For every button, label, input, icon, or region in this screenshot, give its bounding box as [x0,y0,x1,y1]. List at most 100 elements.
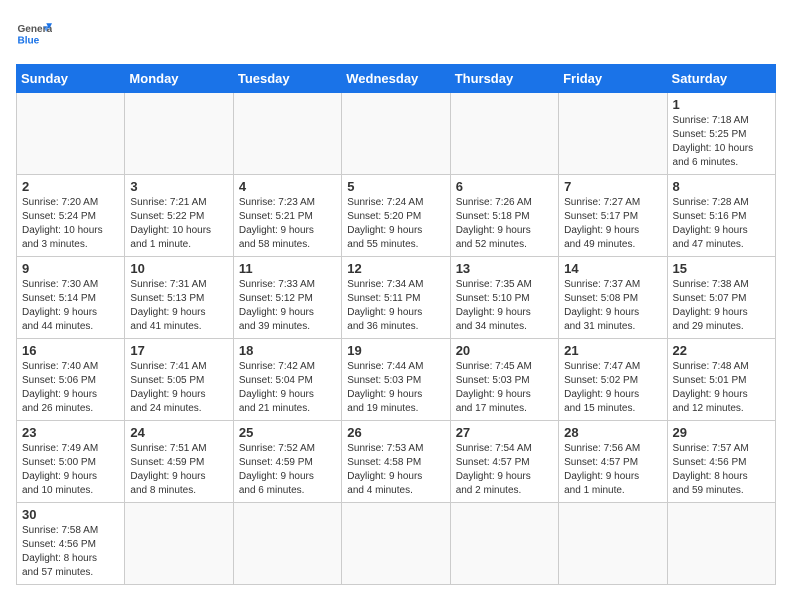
calendar-header-row: SundayMondayTuesdayWednesdayThursdayFrid… [17,65,776,93]
calendar-cell [450,93,558,175]
day-of-week-header: Thursday [450,65,558,93]
day-number: 7 [564,179,661,194]
day-number: 25 [239,425,336,440]
calendar-cell: 1 Sunrise: 7:18 AMSunset: 5:25 PMDaylight… [667,93,775,175]
day-number: 12 [347,261,444,276]
calendar-cell [559,503,667,585]
calendar-week-row: 23 Sunrise: 7:49 AMSunset: 5:00 PMDayligh… [17,421,776,503]
day-info: Sunrise: 7:42 AMSunset: 5:04 PMDaylight:… [239,360,336,416]
day-info: Sunrise: 7:26 AMSunset: 5:18 PMDaylight:… [456,196,553,252]
day-number: 29 [673,425,770,440]
day-number: 9 [22,261,119,276]
calendar-cell: 8 Sunrise: 7:28 AMSunset: 5:16 PMDaylight… [667,175,775,257]
calendar-cell: 19 Sunrise: 7:44 AMSunset: 5:03 PMDayligh… [342,339,450,421]
calendar-cell: 24Sunrise: 7:51 AMSunset: 4:59 PMDayligh… [125,421,233,503]
day-info: Sunrise: 7:30 AMSunset: 5:14 PMDaylight:… [22,278,119,334]
calendar-cell: 9 Sunrise: 7:30 AMSunset: 5:14 PMDaylight… [17,257,125,339]
day-info: Sunrise: 7:48 AMSunset: 5:01 PMDaylight:… [673,360,770,416]
logo: General Blue [16,16,52,52]
calendar-cell [233,93,341,175]
day-number: 10 [130,261,227,276]
day-info: Sunrise: 7:18 AMSunset: 5:25 PMDaylight:… [673,114,770,170]
calendar-cell: 16Sunrise: 7:40 AMSunset: 5:06 PMDayligh… [17,339,125,421]
day-number: 22 [673,343,770,358]
day-number: 27 [456,425,553,440]
day-info: Sunrise: 7:28 AMSunset: 5:16 PMDaylight:… [673,196,770,252]
calendar-cell [559,93,667,175]
calendar-cell: 30 Sunrise: 7:58 AMSunset: 4:56 PMDayligh… [17,503,125,585]
day-of-week-header: Wednesday [342,65,450,93]
calendar-cell: 6 Sunrise: 7:26 AMSunset: 5:18 PMDaylight… [450,175,558,257]
day-number: 2 [22,179,119,194]
day-of-week-header: Saturday [667,65,775,93]
day-info: Sunrise: 7:53 AMSunset: 4:58 PMDaylight:… [347,442,444,498]
day-number: 18 [239,343,336,358]
calendar-cell [450,503,558,585]
calendar-cell: 10 Sunrise: 7:31 AMSunset: 5:13 PMDayligh… [125,257,233,339]
day-info: Sunrise: 7:24 AMSunset: 5:20 PMDaylight:… [347,196,444,252]
calendar-cell: 17Sunrise: 7:41 AMSunset: 5:05 PMDayligh… [125,339,233,421]
calendar-cell [233,503,341,585]
calendar-cell: 23 Sunrise: 7:49 AMSunset: 5:00 PMDayligh… [17,421,125,503]
day-info: Sunrise: 7:31 AMSunset: 5:13 PMDaylight:… [130,278,227,334]
general-blue-icon: General Blue [16,16,52,52]
calendar-cell: 5Sunrise: 7:24 AMSunset: 5:20 PMDaylight… [342,175,450,257]
day-info: Sunrise: 7:51 AMSunset: 4:59 PMDaylight:… [130,442,227,498]
day-number: 17 [130,343,227,358]
day-info: Sunrise: 7:23 AMSunset: 5:21 PMDaylight:… [239,196,336,252]
calendar-week-row: 30 Sunrise: 7:58 AMSunset: 4:56 PMDayligh… [17,503,776,585]
day-number: 16 [22,343,119,358]
day-number: 3 [130,179,227,194]
calendar-week-row: 1 Sunrise: 7:18 AMSunset: 5:25 PMDaylight… [17,93,776,175]
day-number: 8 [673,179,770,194]
calendar-cell [667,503,775,585]
day-info: Sunrise: 7:45 AMSunset: 5:03 PMDaylight:… [456,360,553,416]
calendar-week-row: 16Sunrise: 7:40 AMSunset: 5:06 PMDayligh… [17,339,776,421]
day-info: Sunrise: 7:37 AMSunset: 5:08 PMDaylight:… [564,278,661,334]
day-number: 1 [673,97,770,112]
calendar-week-row: 9 Sunrise: 7:30 AMSunset: 5:14 PMDaylight… [17,257,776,339]
day-of-week-header: Tuesday [233,65,341,93]
day-info: Sunrise: 7:34 AMSunset: 5:11 PMDaylight:… [347,278,444,334]
day-info: Sunrise: 7:44 AMSunset: 5:03 PMDaylight:… [347,360,444,416]
day-number: 30 [22,507,119,522]
day-number: 14 [564,261,661,276]
day-number: 21 [564,343,661,358]
calendar-week-row: 2 Sunrise: 7:20 AMSunset: 5:24 PMDaylight… [17,175,776,257]
day-info: Sunrise: 7:47 AMSunset: 5:02 PMDaylight:… [564,360,661,416]
calendar-cell: 29Sunrise: 7:57 AMSunset: 4:56 PMDayligh… [667,421,775,503]
svg-text:Blue: Blue [17,35,39,46]
day-info: Sunrise: 7:20 AMSunset: 5:24 PMDaylight:… [22,196,119,252]
calendar-cell [125,503,233,585]
calendar-cell: 2 Sunrise: 7:20 AMSunset: 5:24 PMDaylight… [17,175,125,257]
day-number: 20 [456,343,553,358]
calendar-cell: 7 Sunrise: 7:27 AMSunset: 5:17 PMDaylight… [559,175,667,257]
calendar-cell: 3 Sunrise: 7:21 AMSunset: 5:22 PMDaylight… [125,175,233,257]
calendar-cell: 27Sunrise: 7:54 AMSunset: 4:57 PMDayligh… [450,421,558,503]
day-number: 19 [347,343,444,358]
calendar-cell: 11Sunrise: 7:33 AMSunset: 5:12 PMDayligh… [233,257,341,339]
day-of-week-header: Monday [125,65,233,93]
day-info: Sunrise: 7:52 AMSunset: 4:59 PMDaylight:… [239,442,336,498]
day-number: 23 [22,425,119,440]
day-info: Sunrise: 7:56 AMSunset: 4:57 PMDaylight:… [564,442,661,498]
calendar-cell: 22 Sunrise: 7:48 AMSunset: 5:01 PMDayligh… [667,339,775,421]
day-info: Sunrise: 7:58 AMSunset: 4:56 PMDaylight:… [22,524,119,580]
day-info: Sunrise: 7:21 AMSunset: 5:22 PMDaylight:… [130,196,227,252]
day-number: 4 [239,179,336,194]
calendar-cell: 4 Sunrise: 7:23 AMSunset: 5:21 PMDaylight… [233,175,341,257]
day-number: 6 [456,179,553,194]
day-of-week-header: Friday [559,65,667,93]
day-info: Sunrise: 7:49 AMSunset: 5:00 PMDaylight:… [22,442,119,498]
calendar-cell: 15Sunrise: 7:38 AMSunset: 5:07 PMDayligh… [667,257,775,339]
calendar-cell [17,93,125,175]
calendar-cell: 12 Sunrise: 7:34 AMSunset: 5:11 PMDayligh… [342,257,450,339]
day-info: Sunrise: 7:38 AMSunset: 5:07 PMDaylight:… [673,278,770,334]
calendar-cell: 26 Sunrise: 7:53 AMSunset: 4:58 PMDayligh… [342,421,450,503]
day-number: 11 [239,261,336,276]
day-number: 26 [347,425,444,440]
calendar-cell: 25 Sunrise: 7:52 AMSunset: 4:59 PMDayligh… [233,421,341,503]
calendar-cell: 21 Sunrise: 7:47 AMSunset: 5:02 PMDayligh… [559,339,667,421]
calendar-cell: 13Sunrise: 7:35 AMSunset: 5:10 PMDayligh… [450,257,558,339]
day-info: Sunrise: 7:27 AMSunset: 5:17 PMDaylight:… [564,196,661,252]
